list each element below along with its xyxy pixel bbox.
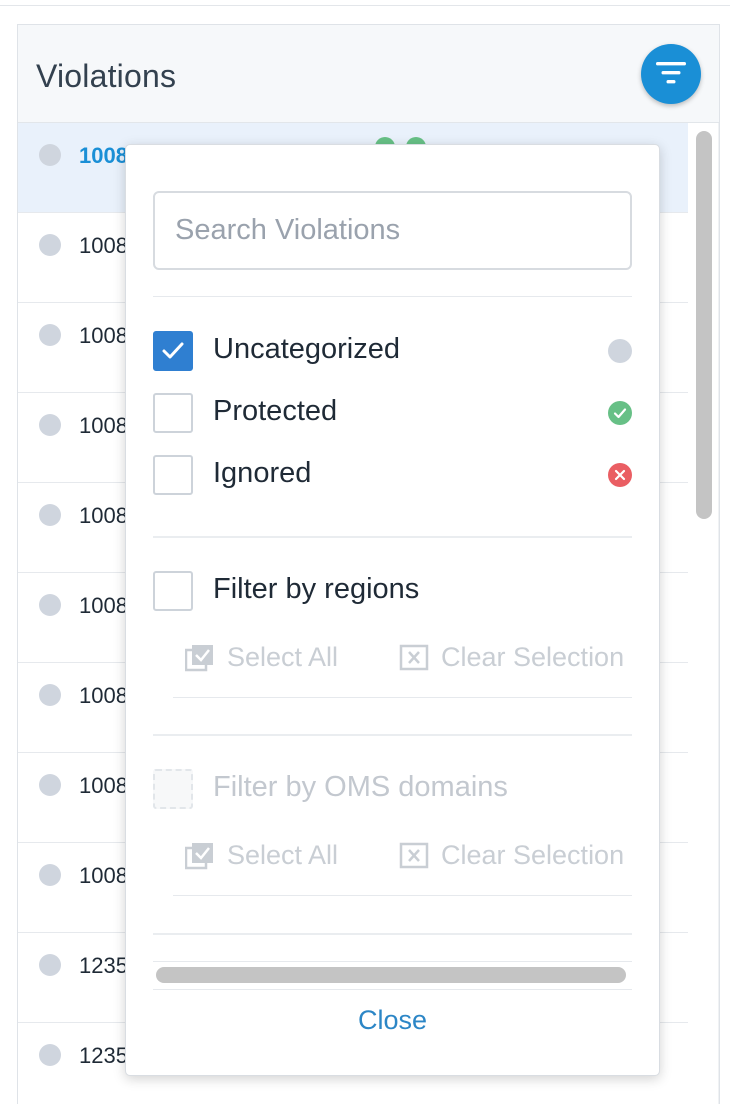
ignored-label: Ignored bbox=[213, 457, 312, 489]
oms-select-all-button[interactable]: Select All bbox=[185, 840, 365, 872]
divider bbox=[153, 734, 632, 736]
status-dot-icon bbox=[39, 324, 61, 346]
status-dot-icon bbox=[39, 954, 61, 976]
close-button[interactable]: Close bbox=[126, 1005, 659, 1036]
select-all-icon bbox=[185, 645, 213, 672]
x-circle-icon bbox=[608, 463, 632, 487]
status-dot-icon bbox=[39, 1044, 61, 1066]
ignored-checkbox[interactable] bbox=[153, 455, 193, 495]
option-uncategorized[interactable]: Uncategorized bbox=[153, 331, 632, 371]
status-dot-icon bbox=[39, 594, 61, 616]
divider bbox=[153, 961, 632, 962]
oms-domains-label: Filter by OMS domains bbox=[213, 771, 508, 803]
divider bbox=[153, 933, 632, 935]
divider bbox=[173, 697, 632, 698]
top-strip bbox=[0, 0, 730, 6]
uncategorized-label: Uncategorized bbox=[213, 333, 400, 365]
option-protected[interactable]: Protected bbox=[153, 393, 632, 433]
divider bbox=[153, 989, 632, 990]
uncategorized-checkbox[interactable] bbox=[153, 331, 193, 371]
divider bbox=[153, 296, 632, 297]
select-all-label: Select All bbox=[227, 840, 339, 870]
panel-header: Violations bbox=[18, 25, 719, 123]
panel-edge bbox=[718, 123, 719, 1104]
status-dot-icon bbox=[39, 414, 61, 436]
divider bbox=[153, 536, 632, 538]
regions-checkbox[interactable] bbox=[153, 571, 193, 611]
clear-selection-icon bbox=[399, 842, 429, 869]
list-scrollbar[interactable] bbox=[696, 131, 712, 519]
check-circle-icon bbox=[608, 401, 632, 425]
filter-by-oms-domains: Filter by OMS domains bbox=[153, 769, 632, 809]
filter-popover: Uncategorized Protected Ignored Filter b… bbox=[125, 144, 660, 1076]
oms-clear-selection-button[interactable]: Clear Selection bbox=[399, 840, 639, 872]
select-all-label: Select All bbox=[227, 642, 339, 672]
status-dot-icon bbox=[39, 684, 61, 706]
select-all-icon bbox=[185, 843, 213, 870]
status-dot-icon bbox=[39, 774, 61, 796]
panel-title: Violations bbox=[36, 58, 177, 94]
status-dot-icon bbox=[39, 234, 61, 256]
divider bbox=[173, 895, 632, 896]
regions-label: Filter by regions bbox=[213, 573, 420, 605]
option-ignored[interactable]: Ignored bbox=[153, 455, 632, 495]
uncategorized-icon bbox=[608, 339, 632, 363]
regions-select-all-button[interactable]: Select All bbox=[185, 642, 365, 674]
checkmark-icon bbox=[162, 342, 184, 359]
filter-button[interactable] bbox=[641, 44, 701, 104]
oms-domains-checkbox bbox=[153, 769, 193, 809]
clear-selection-label: Clear Selection bbox=[441, 840, 625, 870]
status-dot-icon bbox=[39, 864, 61, 886]
protected-label: Protected bbox=[213, 395, 338, 427]
clear-selection-icon bbox=[399, 644, 429, 671]
status-dot-icon bbox=[39, 504, 61, 526]
regions-clear-selection-button[interactable]: Clear Selection bbox=[399, 642, 639, 674]
protected-checkbox[interactable] bbox=[153, 393, 193, 433]
status-dot-icon bbox=[39, 144, 61, 166]
filter-by-regions[interactable]: Filter by regions bbox=[153, 571, 632, 611]
clear-selection-label: Clear Selection bbox=[441, 642, 625, 672]
search-input[interactable] bbox=[153, 191, 632, 270]
filter-icon bbox=[656, 62, 686, 84]
horizontal-scrollbar[interactable] bbox=[156, 967, 626, 983]
